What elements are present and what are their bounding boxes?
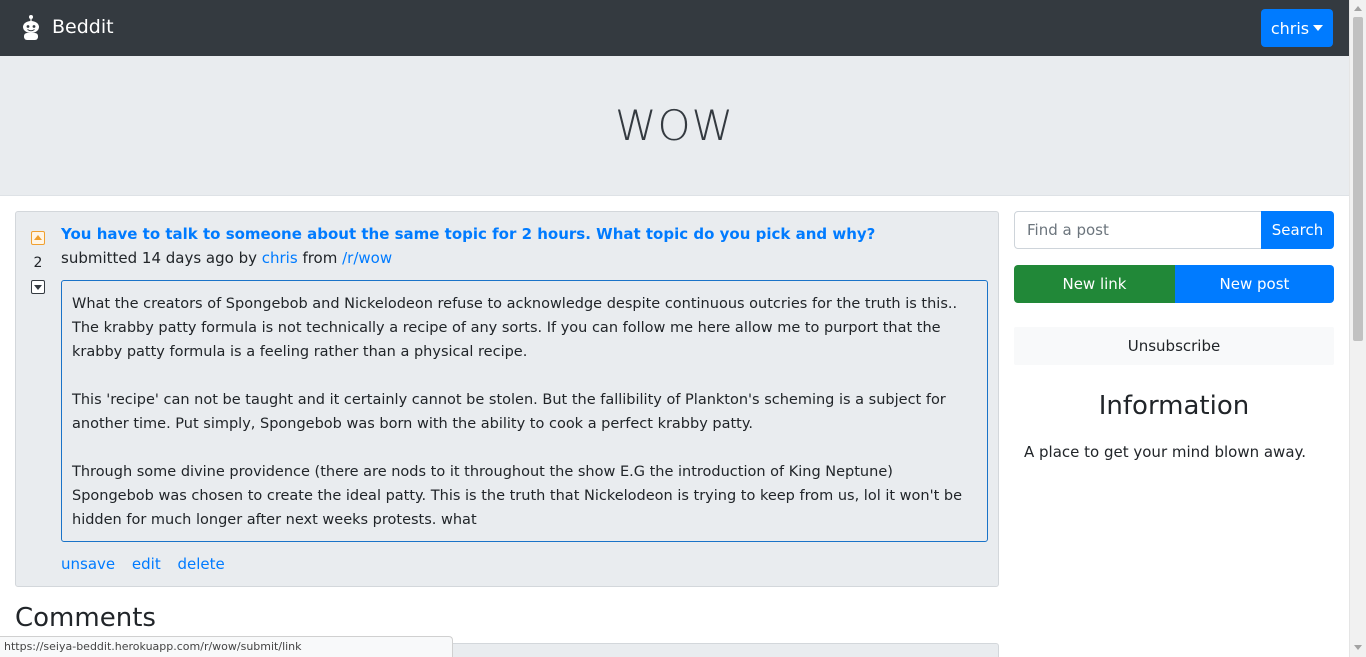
search-button[interactable]: Search xyxy=(1261,211,1334,249)
user-dropdown-button[interactable]: chris xyxy=(1261,9,1333,47)
information-text: A place to get your mind blown away. xyxy=(1024,443,1307,461)
downvote-arrow-icon[interactable] xyxy=(31,280,45,294)
post-title-link[interactable]: You have to talk to someone about the sa… xyxy=(61,225,875,243)
scroll-up-arrow-icon[interactable] xyxy=(1354,6,1362,11)
comments-heading: Comments xyxy=(15,603,156,633)
scroll-down-arrow-icon[interactable] xyxy=(1354,645,1362,650)
delete-link[interactable]: delete xyxy=(178,555,225,573)
new-post-button[interactable]: New post xyxy=(1175,265,1334,303)
reddit-alien-icon xyxy=(23,15,39,40)
new-link-button[interactable]: New link xyxy=(1014,265,1175,303)
subreddit-title: WOW xyxy=(614,101,735,150)
post-meta: submitted 14 days ago by chris from /r/w… xyxy=(61,249,392,267)
post-meta-from: from xyxy=(297,249,343,267)
brand-name: Beddit xyxy=(52,16,114,38)
navbar: Beddit chris xyxy=(0,0,1349,56)
post-actions: unsave edit delete xyxy=(61,555,237,573)
edit-link[interactable]: edit xyxy=(132,555,161,573)
post-body-paragraph: What the creators of Spongebob and Nicke… xyxy=(72,296,958,360)
unsubscribe-button[interactable]: Unsubscribe xyxy=(1014,327,1334,365)
brand-link[interactable]: Beddit xyxy=(20,14,114,40)
status-bar-url: https://seiya-beddit.herokuapp.com/r/wow… xyxy=(0,636,453,657)
vote-count: 2 xyxy=(33,255,43,271)
post-subreddit-link[interactable]: /r/wow xyxy=(342,249,392,267)
user-name: chris xyxy=(1270,18,1310,38)
unsave-link[interactable]: unsave xyxy=(61,555,115,573)
post-body: What the creators of Spongebob and Nicke… xyxy=(61,280,988,542)
post-author-link[interactable]: chris xyxy=(262,249,298,267)
upvote-arrow-icon[interactable] xyxy=(31,231,45,245)
scrollbar-thumb[interactable] xyxy=(1353,17,1363,341)
information-heading: Information xyxy=(1098,391,1250,421)
subreddit-header: WOW xyxy=(0,56,1349,196)
post-card: 2 You have to talk to someone about the … xyxy=(15,211,999,587)
post-body-paragraph: This 'recipe' can not be taught and it c… xyxy=(72,392,946,432)
post-body-paragraph: Through some divine providence (there ar… xyxy=(72,464,962,528)
caret-down-icon xyxy=(1313,25,1324,31)
search-input[interactable] xyxy=(1014,211,1262,249)
vertical-scrollbar[interactable] xyxy=(1349,0,1366,657)
post-meta-prefix: submitted 14 days ago by xyxy=(61,249,262,267)
